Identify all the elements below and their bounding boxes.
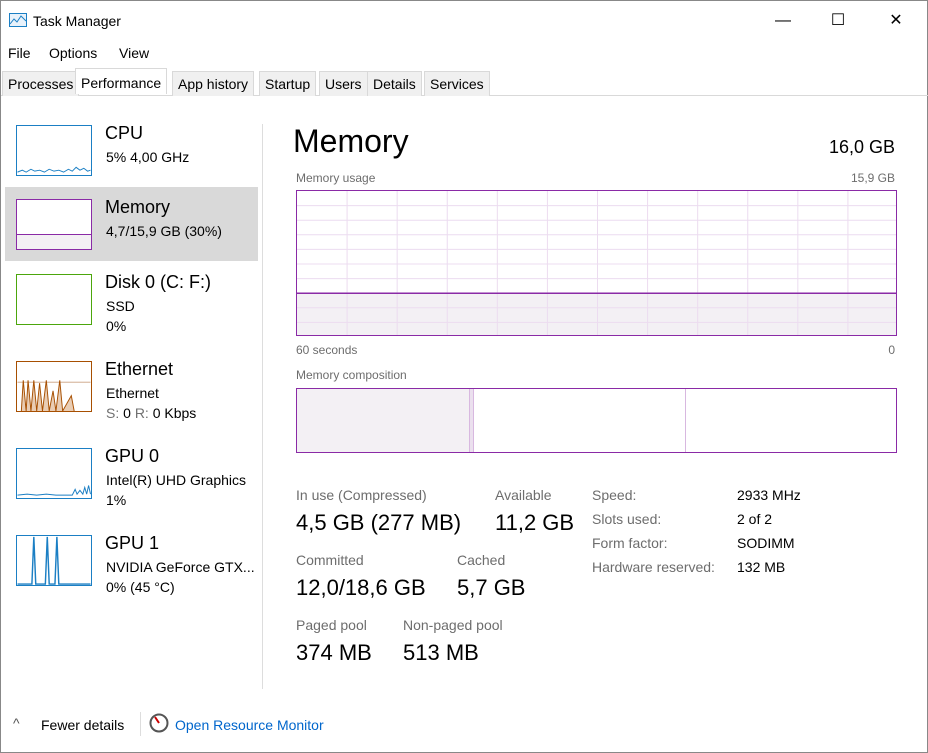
open-resource-monitor-link[interactable]: Open Resource Monitor [175, 717, 324, 733]
sidebar-gpu1-usage: 0% (45 °C) [106, 579, 175, 595]
x-axis-right-label: 0 [888, 343, 895, 357]
sidebar-item-disk[interactable]: Disk 0 (C: F:) SSD 0% [5, 262, 258, 336]
composition-label: Memory composition [296, 368, 407, 382]
cached-label: Cached [457, 552, 506, 568]
composition-modified[interactable] [469, 389, 474, 452]
in-use-value: 4,5 GB (277 MB) [296, 510, 462, 535]
sidebar-cpu-detail: 5% 4,00 GHz [106, 149, 190, 165]
title-bar: Task Manager — ☐ ✕ [1, 1, 928, 41]
tab-services[interactable]: Services [424, 71, 490, 96]
spec-form-label: Form factor: [592, 535, 668, 551]
spec-slots-value: 2 of 2 [737, 511, 773, 527]
nonpaged-pool-value: 513 MB [403, 640, 479, 665]
spec-speed-value: 2933 MHz [737, 487, 801, 503]
cpu-thumbnail-graph [16, 125, 92, 176]
total-memory: 16,0 GB [828, 137, 895, 157]
sidebar-gpu1-name: GPU 1 [105, 533, 160, 553]
memory-composition-bar [296, 388, 897, 453]
x-axis-left-label: 60 seconds [296, 343, 358, 357]
tab-processes[interactable]: Processes [2, 71, 80, 96]
spec-slots-label: Slots used: [592, 511, 662, 527]
cached-value: 5,7 GB [457, 575, 526, 600]
maximize-button[interactable]: ☐ [823, 9, 853, 33]
chevron-up-icon: ^ [13, 715, 20, 731]
composition-standby-divider [685, 389, 686, 452]
nonpaged-pool-label: Non-paged pool [403, 617, 503, 633]
sidebar-disk-name: Disk 0 (C: F:) [105, 272, 211, 292]
memory-usage-graph [296, 190, 897, 336]
sidebar-memory-name: Memory [105, 197, 171, 217]
tab-bar: Processes Performance App history Startu… [1, 68, 928, 96]
tab-users[interactable]: Users [319, 71, 368, 96]
sidebar-cpu-name: CPU [105, 123, 144, 143]
sidebar-disk-type: SSD [106, 298, 135, 314]
memory-thumbnail-graph [16, 199, 92, 250]
sidebar-disk-usage: 0% [106, 318, 127, 334]
paged-pool-value: 374 MB [296, 640, 372, 665]
available-label: Available [495, 487, 552, 503]
disk-thumbnail-graph [16, 274, 92, 325]
composition-in-use[interactable] [297, 389, 469, 452]
page-title: Memory [293, 123, 409, 159]
sidebar-gpu1-model: NVIDIA GeForce GTX... [106, 559, 255, 575]
usage-graph-max: 15,9 GB [850, 171, 895, 185]
spec-speed-label: Speed: [592, 487, 637, 503]
sidebar-divider [262, 124, 263, 689]
sidebar-ethernet-adapter: Ethernet [106, 385, 159, 401]
menu-view[interactable]: View [119, 45, 149, 61]
committed-value: 12,0/18,6 GB [296, 575, 426, 600]
gpu0-thumbnail-graph [16, 448, 92, 499]
tab-performance[interactable]: Performance [75, 68, 168, 94]
spec-reserved-label: Hardware reserved: [592, 559, 715, 575]
sidebar-gpu0-model: Intel(R) UHD Graphics [106, 472, 247, 488]
usage-graph-label: Memory usage [296, 171, 376, 185]
menu-options[interactable]: Options [49, 45, 97, 61]
sidebar-item-gpu1[interactable]: GPU 1 NVIDIA GeForce GTX... 0% (45 °C) [5, 523, 258, 597]
sidebar-item-cpu[interactable]: CPU 5% 4,00 GHz [5, 113, 258, 187]
sidebar-ethernet-throughput: S: 0 R: 0 Kbps [106, 405, 197, 421]
paged-pool-label: Paged pool [296, 617, 367, 633]
committed-label: Committed [296, 552, 364, 568]
spec-reserved-value: 132 MB [737, 559, 786, 575]
menu-file[interactable]: File [8, 45, 31, 61]
sidebar-gpu0-usage: 1% [106, 492, 127, 508]
resource-monitor-icon [149, 713, 169, 733]
available-value: 11,2 GB [495, 510, 575, 535]
sidebar-item-ethernet[interactable]: Ethernet Ethernet S: 0 R: 0 Kbps [5, 349, 258, 423]
sidebar-ethernet-name: Ethernet [105, 359, 174, 379]
sidebar-memory-detail: 4,7/15,9 GB (30%) [106, 223, 222, 239]
tab-details[interactable]: Details [367, 71, 422, 96]
sidebar-gpu0-name: GPU 0 [105, 446, 160, 466]
window-title: Task Manager [33, 13, 121, 29]
sidebar-item-memory[interactable]: Memory 4,7/15,9 GB (30%) [5, 187, 258, 261]
tab-app-history[interactable]: App history [172, 71, 255, 96]
sidebar-item-gpu0[interactable]: GPU 0 Intel(R) UHD Graphics 1% [5, 436, 258, 510]
tab-startup[interactable]: Startup [259, 71, 317, 96]
minimize-button[interactable]: — [768, 9, 798, 33]
fewer-details-label: Fewer details [41, 717, 125, 733]
spec-form-value: SODIMM [737, 535, 795, 551]
gpu1-thumbnail-graph [16, 535, 92, 586]
task-manager-icon [9, 13, 27, 27]
in-use-label: In use (Compressed) [296, 487, 427, 503]
ethernet-thumbnail-graph [16, 361, 92, 412]
usage-graph-grid [297, 191, 896, 335]
footer-divider [140, 712, 141, 736]
close-button[interactable]: ✕ [881, 9, 911, 33]
